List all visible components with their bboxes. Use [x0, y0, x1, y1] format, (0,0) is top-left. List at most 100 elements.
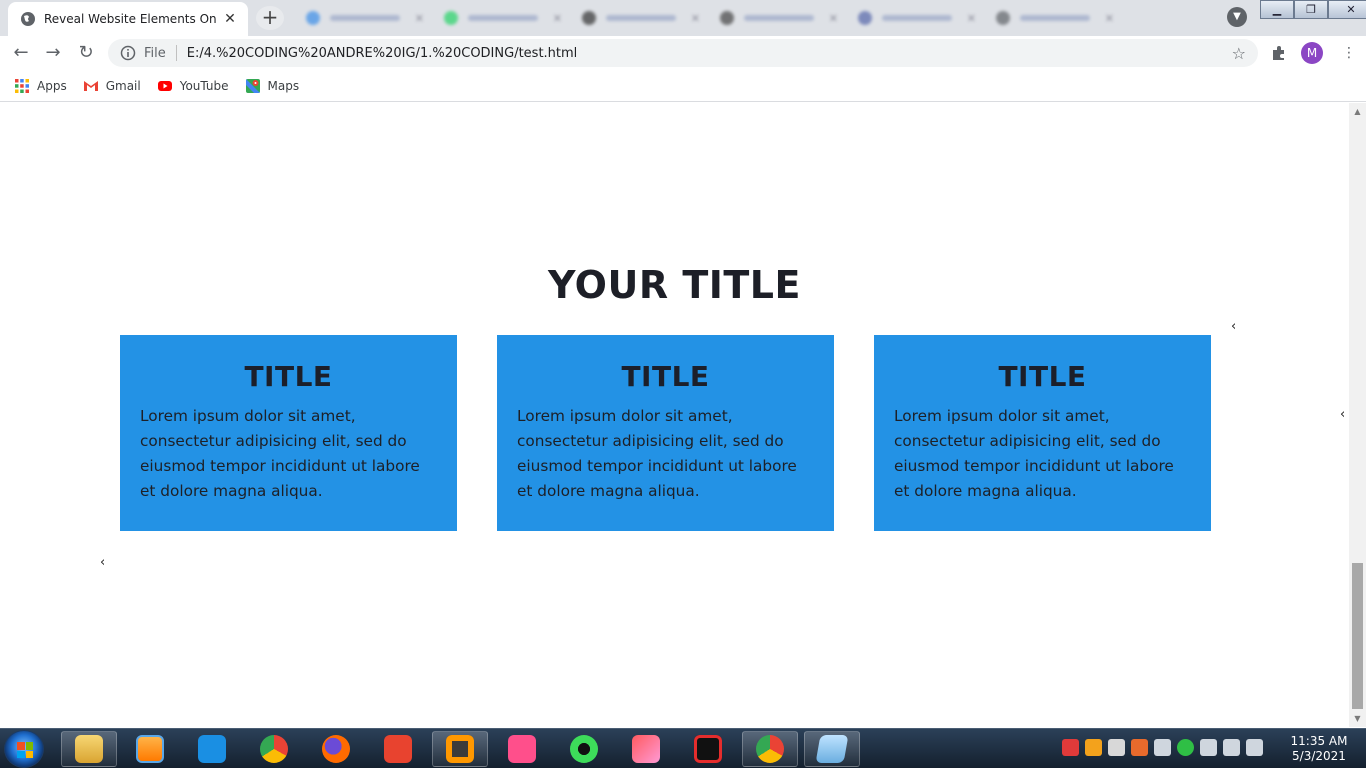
menu-kebab-icon[interactable]: ⋮ [1340, 44, 1358, 62]
app-tray-icon[interactable] [1085, 739, 1102, 756]
taskbar-chrome[interactable] [246, 731, 302, 767]
profile-avatar[interactable]: M [1301, 42, 1323, 64]
scroll-up-arrow-icon[interactable]: ▲ [1349, 103, 1366, 120]
scroll-down-arrow-icon[interactable]: ▼ [1349, 710, 1366, 727]
chrome-icon [260, 735, 288, 763]
url-text[interactable]: E:/4.%20CODING%20ANDRE%20IG/1.%20CODING/… [187, 46, 578, 61]
card-title: TITLE [998, 360, 1087, 393]
card-text: Lorem ipsum dolor sit amet, consectetur … [140, 407, 420, 500]
screen-recorder-icon [694, 735, 722, 763]
forward-arrow-icon[interactable]: → [42, 42, 64, 64]
taskbar-firefox[interactable] [308, 731, 364, 767]
card-text: Lorem ipsum dolor sit amet, consectetur … [517, 407, 797, 500]
close-window-button[interactable]: ✕ [1328, 0, 1366, 19]
url-scheme-label: File [144, 45, 166, 61]
windows-taskbar: 11:35 AM 5/3/2021 [0, 728, 1366, 768]
bookmark-star-icon[interactable]: ☆ [1232, 44, 1246, 63]
card-text: Lorem ipsum dolor sit amet, consectetur … [894, 407, 1174, 500]
bookmark-label: Apps [37, 78, 67, 93]
usb-icon[interactable] [1154, 739, 1171, 756]
tab-close-icon[interactable]: ✕ [222, 11, 238, 27]
firefox-icon [322, 735, 350, 763]
window-controls: ▁ ❐ ✕ [1260, 0, 1366, 19]
background-tab[interactable]: ✕ [572, 4, 710, 32]
background-tab[interactable]: ✕ [296, 4, 434, 32]
bookmark-apps[interactable]: Apps [14, 78, 67, 94]
system-tray [1062, 739, 1263, 756]
speaker-muted-icon[interactable] [1131, 739, 1148, 756]
background-tab[interactable]: ✕ [434, 4, 572, 32]
info-icon[interactable] [120, 45, 136, 61]
reload-icon[interactable]: ↻ [75, 42, 97, 64]
video-app-icon [508, 735, 536, 763]
taskbar-app-pink[interactable] [494, 731, 550, 767]
minimize-button[interactable]: ▁ [1260, 0, 1294, 19]
window-app-icon [815, 735, 849, 763]
tab-reveal-website-elements[interactable]: Reveal Website Elements On Scroll ✕ [8, 2, 248, 36]
red-app-icon [384, 735, 412, 763]
taskbar-chrome-profile[interactable] [742, 731, 798, 767]
taskbar-app-shield[interactable] [618, 731, 674, 767]
background-tab[interactable]: ✕ [986, 4, 1124, 32]
windows-logo-icon [17, 742, 33, 758]
taskbar-media-player[interactable] [122, 731, 178, 767]
taskbar-app-window[interactable] [804, 731, 860, 767]
browser-toolbar: ← → ↻ File E:/4.%20CODING%20ANDRE%20IG/1… [0, 36, 1366, 70]
background-tab[interactable]: ✕ [710, 4, 848, 32]
taskbar-sublime-text[interactable] [432, 731, 488, 767]
media-player-icon [136, 735, 164, 763]
card-title: TITLE [621, 360, 710, 393]
tab-search-icon[interactable]: ▼ [1227, 7, 1247, 27]
tools-tray-icon[interactable] [1200, 739, 1217, 756]
page-scrollbar[interactable]: ▲ ▼ [1349, 103, 1366, 727]
background-tabs: ✕ ✕ ✕ ✕ ✕ ✕ [296, 4, 1124, 32]
extensions-puzzle-icon[interactable] [1270, 44, 1288, 62]
start-button[interactable] [4, 730, 44, 768]
maximize-button[interactable]: ❐ [1294, 0, 1328, 19]
bookmarks-bar: Apps Gmail YouTube Maps [0, 70, 1366, 102]
network-error-icon[interactable] [1108, 739, 1125, 756]
chevron-left-icon: ‹ [100, 555, 106, 570]
taskbar-app-blue[interactable] [184, 731, 240, 767]
tab-title: Reveal Website Elements On Scroll [44, 12, 216, 26]
folder-icon [75, 735, 103, 763]
chrome-profile-icon [756, 735, 784, 763]
clock-time: 11:35 AM [1290, 734, 1348, 748]
page-title: YOUR TITLE [548, 263, 801, 307]
shield-tray-icon[interactable] [1177, 739, 1194, 756]
bookmark-label: Maps [267, 78, 300, 93]
network-icon[interactable] [1223, 739, 1240, 756]
new-tab-button[interactable]: + [256, 6, 284, 30]
back-arrow-icon[interactable]: ← [10, 42, 32, 64]
apps-grid-icon [15, 78, 29, 93]
camera-app-icon [198, 735, 226, 763]
system-clock[interactable]: 11:35 AM 5/3/2021 [1284, 734, 1354, 764]
recorder-tray-icon[interactable] [1062, 739, 1079, 756]
scrollbar-thumb[interactable] [1352, 563, 1363, 709]
bookmark-gmail[interactable]: Gmail [83, 78, 141, 94]
address-divider [175, 45, 177, 61]
bookmark-label: Gmail [105, 78, 141, 93]
tab-strip: Reveal Website Elements On Scroll ✕ + ✕ … [0, 0, 1366, 36]
address-bar[interactable]: File E:/4.%20CODING%20ANDRE%20IG/1.%20CO… [108, 39, 1258, 67]
gmail-icon [83, 80, 98, 91]
sublime-text-icon [446, 735, 474, 763]
clock-date: 5/3/2021 [1292, 749, 1346, 763]
content-card: TITLE Lorem ipsum dolor sit amet, consec… [874, 335, 1211, 531]
background-tab[interactable]: ✕ [848, 4, 986, 32]
globe-icon [21, 12, 35, 26]
maps-icon [245, 78, 260, 93]
shield-app-icon [632, 735, 660, 763]
bookmark-label: YouTube [179, 78, 229, 93]
taskbar-app-green[interactable] [556, 731, 612, 767]
green-app-icon [570, 735, 598, 763]
page-viewport: YOUR TITLE TITLE Lorem ipsum dolor sit a… [0, 103, 1349, 727]
taskbar-app-red[interactable] [370, 731, 426, 767]
card-title: TITLE [244, 360, 333, 393]
taskbar-screen-recorder[interactable] [680, 731, 736, 767]
volume-icon[interactable] [1246, 739, 1263, 756]
taskbar-file-explorer[interactable] [61, 731, 117, 767]
bookmark-maps[interactable]: Maps [245, 78, 300, 94]
content-card: TITLE Lorem ipsum dolor sit amet, consec… [497, 335, 834, 531]
bookmark-youtube[interactable]: YouTube [157, 78, 229, 94]
